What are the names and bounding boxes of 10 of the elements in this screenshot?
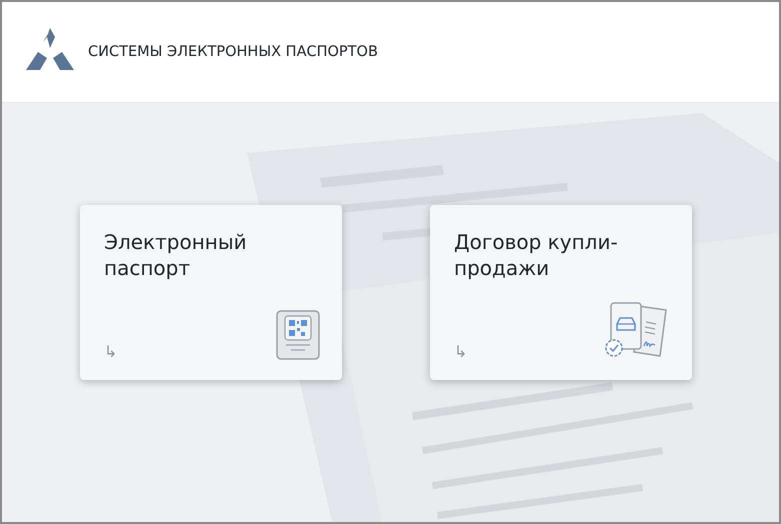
service-card[interactable]: Договор купли-продажи ↳ <box>430 205 692 380</box>
service-card[interactable]: Электронный паспорт ↳ <box>80 205 342 380</box>
card-title: Электронный паспорт <box>104 229 248 281</box>
arrow-glyph: ↳ <box>454 344 468 360</box>
site-title: СИСТЕМЫ ЭЛЕКТРОННЫХ ПАСПОРТОВ <box>88 44 378 60</box>
logo-icon <box>25 28 75 70</box>
qr-document-icon <box>276 310 320 360</box>
contract-icon <box>604 302 670 360</box>
card-title: Договор купли-продажи <box>454 229 619 281</box>
arrow-glyph: ↳ <box>104 344 118 360</box>
